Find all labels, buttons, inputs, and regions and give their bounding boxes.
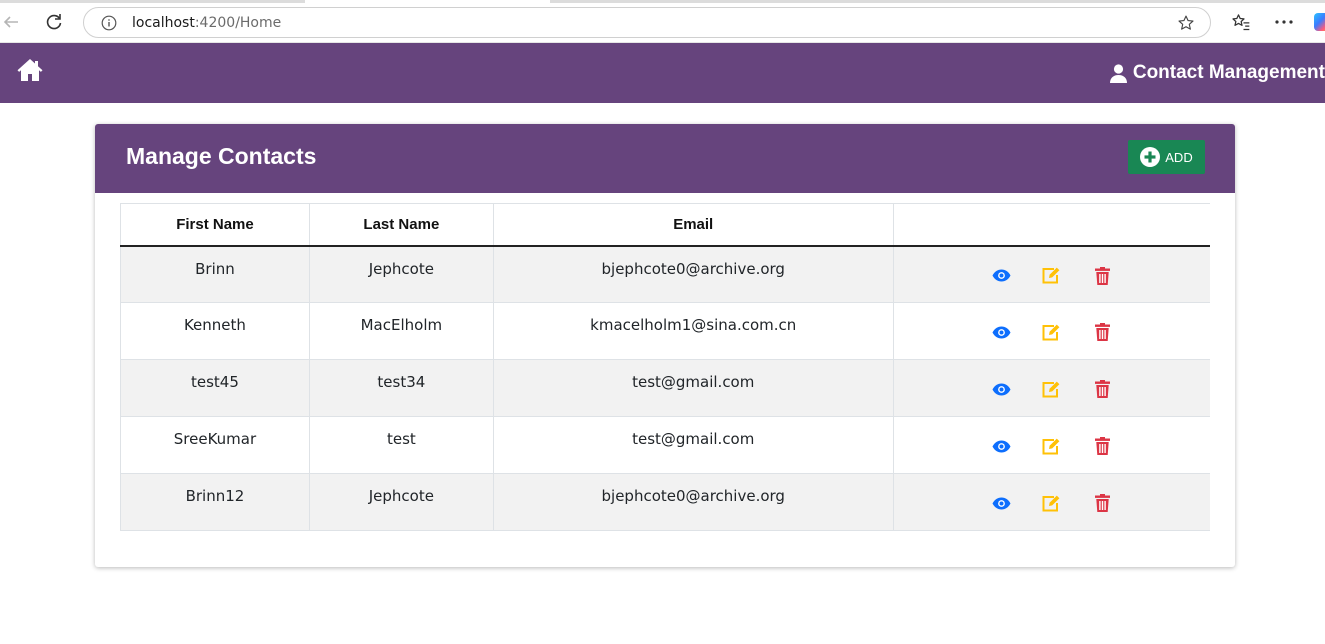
view-button[interactable] <box>991 493 1011 513</box>
contacts-card: Manage Contacts ADD First Name Last Name… <box>95 124 1235 567</box>
reload-button[interactable] <box>43 11 65 33</box>
cell-actions <box>892 302 1210 360</box>
browser-toolbar: localhost:4200/Home <box>0 0 1325 43</box>
edit-icon <box>1042 324 1060 340</box>
trash-icon <box>1094 266 1110 285</box>
cell-first-name: Brinn12 <box>120 473 310 531</box>
cell-last-name: test <box>308 416 494 474</box>
cell-last-name: MacElholm <box>308 302 494 360</box>
trash-icon <box>1094 494 1110 512</box>
eye-icon <box>992 326 1011 338</box>
delete-button[interactable] <box>1092 266 1112 286</box>
eye-icon <box>992 269 1011 282</box>
header-last-name: Last Name <box>308 203 494 247</box>
table-row: SreeKumar test test@gmail.com <box>120 416 1210 474</box>
eye-icon <box>992 440 1011 452</box>
delete-button[interactable] <box>1092 493 1112 513</box>
cell-actions <box>892 359 1210 417</box>
address-bar[interactable]: localhost:4200/Home <box>83 7 1211 38</box>
trash-icon <box>1094 437 1110 455</box>
table-row: Brinn12 Jephcote bjephcote0@archive.org <box>120 473 1210 531</box>
edit-icon <box>1042 438 1060 454</box>
cell-first-name: test45 <box>120 359 310 417</box>
favorites-button[interactable] <box>1230 11 1252 33</box>
view-button[interactable] <box>991 266 1011 286</box>
edit-icon <box>1042 495 1060 511</box>
edit-button[interactable] <box>1040 493 1060 513</box>
table-row: Kenneth MacElholm kmacelholm1@sina.com.c… <box>120 302 1210 360</box>
cell-first-name: SreeKumar <box>120 416 310 474</box>
contacts-table: First Name Last Name Email Brinn Jephcot… <box>120 203 1210 531</box>
back-arrow-icon <box>3 16 18 28</box>
eye-icon <box>992 383 1011 395</box>
edit-button[interactable] <box>1040 436 1060 456</box>
url-text: localhost:4200/Home <box>132 15 281 31</box>
home-icon[interactable] <box>16 57 44 83</box>
cell-actions <box>892 245 1210 303</box>
add-button-label: ADD <box>1165 149 1193 165</box>
view-button[interactable] <box>991 322 1011 342</box>
url-path: :4200/Home <box>194 15 282 31</box>
cell-first-name: Kenneth <box>120 302 310 360</box>
add-contact-button[interactable]: ADD <box>1128 140 1205 174</box>
site-info-icon[interactable] <box>100 14 118 32</box>
brand-label: Contact Management <box>1132 62 1325 83</box>
app-navbar: Contact Management <box>0 43 1325 103</box>
nav-brand[interactable]: Contact Management <box>1109 62 1325 84</box>
delete-button[interactable] <box>1092 322 1112 342</box>
card-header: Manage Contacts ADD <box>95 124 1235 193</box>
cell-actions <box>892 416 1210 474</box>
trash-icon <box>1094 323 1110 341</box>
delete-button[interactable] <box>1092 379 1112 399</box>
more-menu-button[interactable] <box>1273 11 1295 33</box>
edit-button[interactable] <box>1040 379 1060 399</box>
edit-button[interactable] <box>1040 266 1060 286</box>
header-actions <box>892 203 1210 247</box>
plus-circle-icon <box>1140 147 1161 167</box>
table-row: test45 test34 test@gmail.com <box>120 359 1210 417</box>
tab-strip <box>0 0 1325 3</box>
cell-last-name: test34 <box>308 359 494 417</box>
cell-email: bjephcote0@archive.org <box>492 245 894 303</box>
edit-icon <box>1042 267 1060 284</box>
edit-icon <box>1042 381 1060 397</box>
page-title: Manage Contacts <box>126 143 317 169</box>
cell-last-name: Jephcote <box>308 473 494 531</box>
reload-icon <box>46 14 62 30</box>
cell-first-name: Brinn <box>120 245 310 303</box>
cell-actions <box>892 473 1210 531</box>
copilot-icon[interactable] <box>1314 13 1325 31</box>
cell-email: test@gmail.com <box>492 416 894 474</box>
view-button[interactable] <box>991 379 1011 399</box>
more-dots-icon <box>1275 20 1293 24</box>
cell-email: test@gmail.com <box>492 359 894 417</box>
favorites-list-icon <box>1232 14 1250 31</box>
cell-email: bjephcote0@archive.org <box>492 473 894 531</box>
user-icon <box>1109 63 1127 83</box>
view-button[interactable] <box>991 436 1011 456</box>
url-host: localhost <box>132 15 195 31</box>
delete-button[interactable] <box>1092 436 1112 456</box>
favorite-star-icon[interactable] <box>1176 13 1196 33</box>
table-header-row: First Name Last Name Email <box>120 203 1210 247</box>
header-first-name: First Name <box>120 203 310 247</box>
eye-icon <box>992 497 1011 509</box>
back-button[interactable] <box>0 11 22 33</box>
table-row: Brinn Jephcote bjephcote0@archive.org <box>120 245 1210 303</box>
trash-icon <box>1094 380 1110 398</box>
edit-button[interactable] <box>1040 322 1060 342</box>
cell-last-name: Jephcote <box>308 245 494 303</box>
cell-email: kmacelholm1@sina.com.cn <box>492 302 894 360</box>
header-email: Email <box>492 203 894 247</box>
